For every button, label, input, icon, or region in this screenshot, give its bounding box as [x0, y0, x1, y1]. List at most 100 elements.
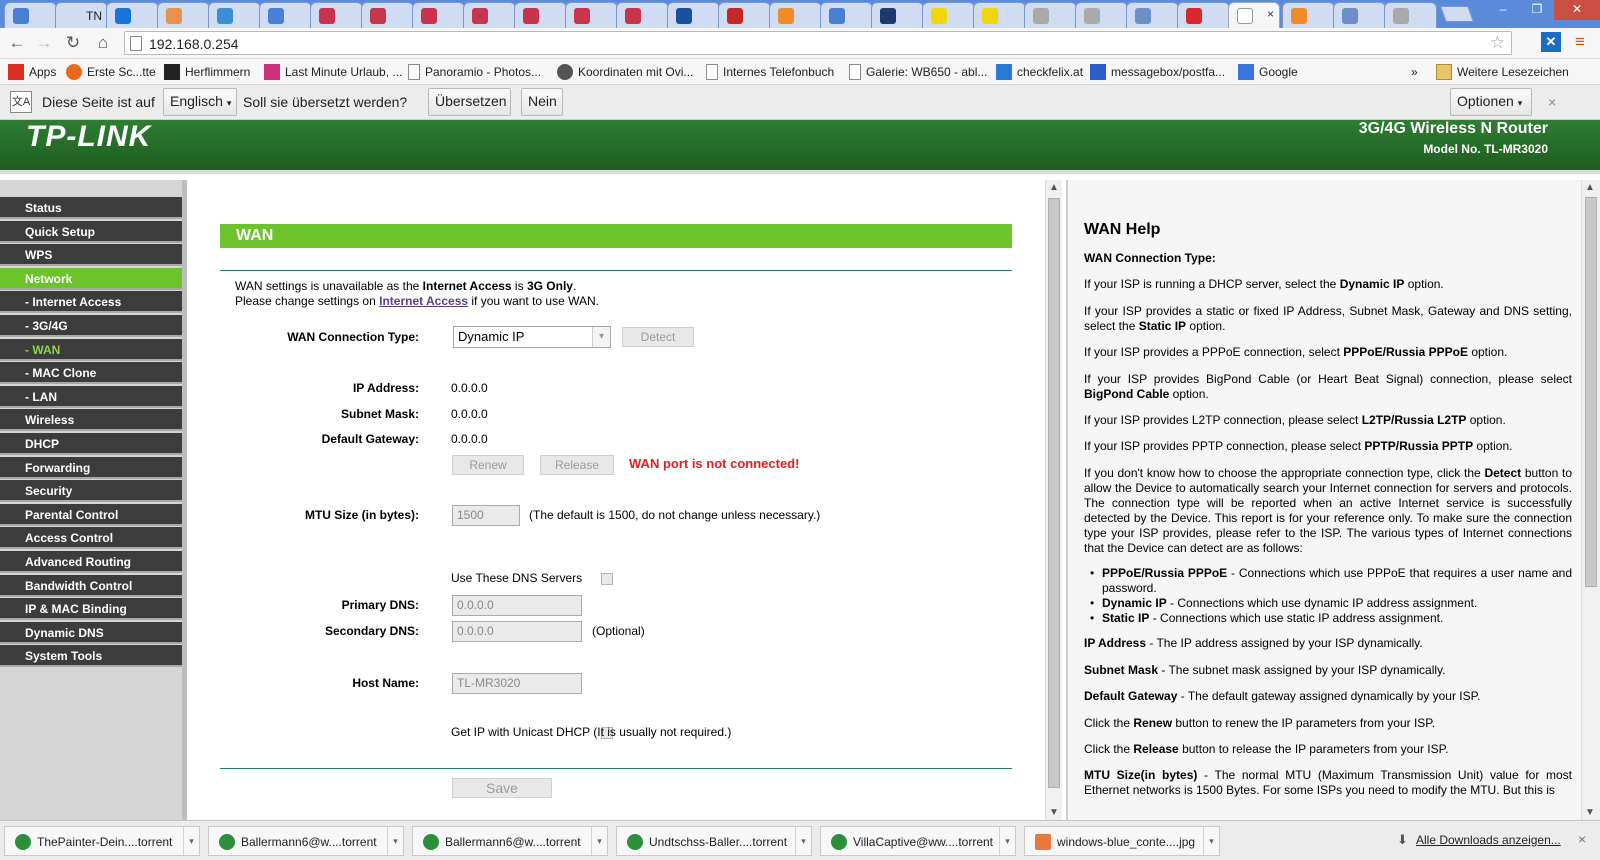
back-button[interactable]: ← [6, 32, 28, 54]
browser-tab[interactable] [361, 2, 414, 28]
browser-tab[interactable] [922, 2, 975, 28]
browser-tab[interactable] [463, 2, 516, 28]
browser-tab[interactable]: TN [55, 2, 108, 28]
browser-tab[interactable] [871, 2, 924, 28]
browser-tab[interactable] [106, 2, 159, 28]
download-item[interactable]: Ballermann6@w....torrent ▾ [208, 826, 404, 856]
scroll-thumb[interactable] [1048, 198, 1060, 788]
menu-item[interactable]: Access Control [0, 527, 182, 550]
mtu-input[interactable]: 1500 [452, 505, 520, 526]
menu-item[interactable]: Quick Setup [0, 220, 182, 243]
browser-tab[interactable] [259, 2, 312, 28]
menu-item[interactable]: Forwarding [0, 456, 182, 479]
browser-tab[interactable] [1282, 2, 1335, 28]
menu-item[interactable]: - Internet Access [0, 291, 182, 314]
menu-item[interactable]: Bandwidth Control [0, 574, 182, 597]
browser-tab[interactable] [1333, 2, 1386, 28]
minimize-button[interactable]: – [1486, 0, 1520, 20]
chrome-menu-icon[interactable]: ≡ [1575, 33, 1585, 51]
bookmark-item[interactable]: Internes Telefonbuch [706, 63, 834, 81]
menu-item[interactable]: Dynamic DNS [0, 621, 182, 644]
chevron-down-icon[interactable]: ▾ [183, 827, 199, 855]
reload-button[interactable]: ↻ [62, 32, 84, 54]
close-downloads-icon[interactable]: × [1578, 831, 1586, 847]
browser-tab[interactable] [718, 2, 771, 28]
detect-button[interactable]: Detect [622, 327, 694, 347]
browser-tab[interactable] [973, 2, 1026, 28]
scroll-thumb[interactable] [1585, 197, 1597, 587]
home-button[interactable]: ⌂ [92, 32, 114, 54]
browser-tab[interactable] [769, 2, 822, 28]
url-text[interactable]: 192.168.0.254 [149, 36, 239, 52]
browser-tab[interactable] [565, 2, 618, 28]
translate-options-button[interactable]: Optionen ▾ [1450, 88, 1532, 116]
browser-tab[interactable] [4, 2, 57, 28]
restore-button[interactable]: ❐ [1520, 0, 1554, 20]
menu-item[interactable]: System Tools [0, 645, 182, 668]
translate-close-icon[interactable]: × [1548, 94, 1556, 110]
menu-item[interactable]: WPS [0, 244, 182, 267]
browser-tab[interactable] [1024, 2, 1077, 28]
extension-icon[interactable]: ✕ [1541, 32, 1561, 52]
menu-item[interactable]: Parental Control [0, 503, 182, 526]
browser-tab[interactable] [1177, 2, 1230, 28]
chevron-down-icon[interactable]: ▾ [591, 827, 607, 855]
active-browser-tab[interactable]: × [1228, 2, 1280, 28]
main-scrollbar[interactable]: ▲ ▼ [1045, 180, 1062, 820]
menu-item[interactable]: Wireless [0, 409, 182, 432]
chevron-down-icon[interactable]: ▾ [387, 827, 403, 855]
download-item[interactable]: Undtschss-Baller....torrent ▾ [616, 826, 812, 856]
browser-tab[interactable] [1126, 2, 1179, 28]
menu-item[interactable]: - WAN [0, 338, 182, 361]
browser-tab[interactable] [667, 2, 720, 28]
browser-tab[interactable] [1384, 2, 1437, 28]
download-item[interactable]: ThePainter-Dein....torrent ▾ [4, 826, 200, 856]
browser-tab[interactable] [514, 2, 567, 28]
menu-item[interactable]: Network [0, 267, 182, 290]
bookmark-item[interactable]: Google [1238, 63, 1298, 81]
download-item[interactable]: Ballermann6@w....torrent ▾ [412, 826, 608, 856]
chevron-down-icon[interactable]: ▾ [1203, 827, 1219, 855]
download-item[interactable]: windows-blue_conte....jpg ▾ [1024, 826, 1220, 856]
help-scrollbar[interactable]: ▲ ▼ [1581, 180, 1600, 820]
menu-item[interactable]: - 3G/4G [0, 315, 182, 337]
browser-tab[interactable] [208, 2, 261, 28]
bookmark-item[interactable]: checkfelix.at [996, 63, 1083, 81]
internet-access-link[interactable]: Internet Access [379, 294, 468, 308]
bookmark-item[interactable]: Erste Sc...tte [66, 63, 156, 81]
forward-button[interactable]: → [33, 32, 55, 54]
use-dns-checkbox[interactable] [601, 573, 613, 585]
bookmark-item[interactable]: Galerie: WB650 - abl... [849, 63, 987, 81]
new-tab-button[interactable] [1440, 6, 1474, 22]
no-translate-button[interactable]: Nein [521, 88, 563, 116]
renew-button[interactable]: Renew [452, 455, 524, 475]
browser-tab[interactable] [1075, 2, 1128, 28]
bookmark-item[interactable]: messagebox/postfa... [1090, 63, 1225, 81]
close-window-button[interactable]: ✕ [1554, 0, 1600, 20]
host-name-input[interactable]: TL-MR3020 [452, 673, 582, 694]
menu-item[interactable]: - LAN [0, 385, 182, 408]
scroll-down-icon[interactable]: ▼ [1585, 807, 1595, 818]
menu-item[interactable]: IP & MAC Binding [0, 598, 182, 621]
chevron-down-icon[interactable]: ▾ [999, 827, 1015, 855]
translate-button[interactable]: Übersetzen [428, 88, 511, 116]
bookmark-star-icon[interactable]: ☆ [1490, 33, 1505, 53]
secondary-dns-input[interactable]: 0.0.0.0 [452, 621, 582, 642]
menu-item[interactable]: Status [0, 197, 182, 219]
language-select[interactable]: Englisch ▾ [163, 88, 237, 116]
show-all-downloads-link[interactable]: Alle Downloads anzeigen... [1416, 833, 1561, 847]
bookmarks-overflow-button[interactable]: » [1411, 63, 1418, 81]
scroll-up-icon[interactable]: ▲ [1049, 182, 1059, 193]
primary-dns-input[interactable]: 0.0.0.0 [452, 595, 582, 616]
menu-item[interactable]: Advanced Routing [0, 551, 182, 573]
menu-item[interactable]: DHCP [0, 433, 182, 455]
bookmark-item[interactable]: Apps [8, 63, 56, 81]
chevron-down-icon[interactable]: ▾ [795, 827, 811, 855]
menu-item[interactable]: Security [0, 480, 182, 503]
other-bookmarks-folder[interactable]: Weitere Lesezeichen [1436, 63, 1569, 81]
browser-tab[interactable] [616, 2, 669, 28]
conn-type-select[interactable]: Dynamic IP ▾ [453, 326, 611, 348]
browser-tab[interactable] [157, 2, 210, 28]
close-tab-icon[interactable]: × [1267, 7, 1274, 21]
bookmark-item[interactable]: Herflimmern [164, 63, 250, 81]
